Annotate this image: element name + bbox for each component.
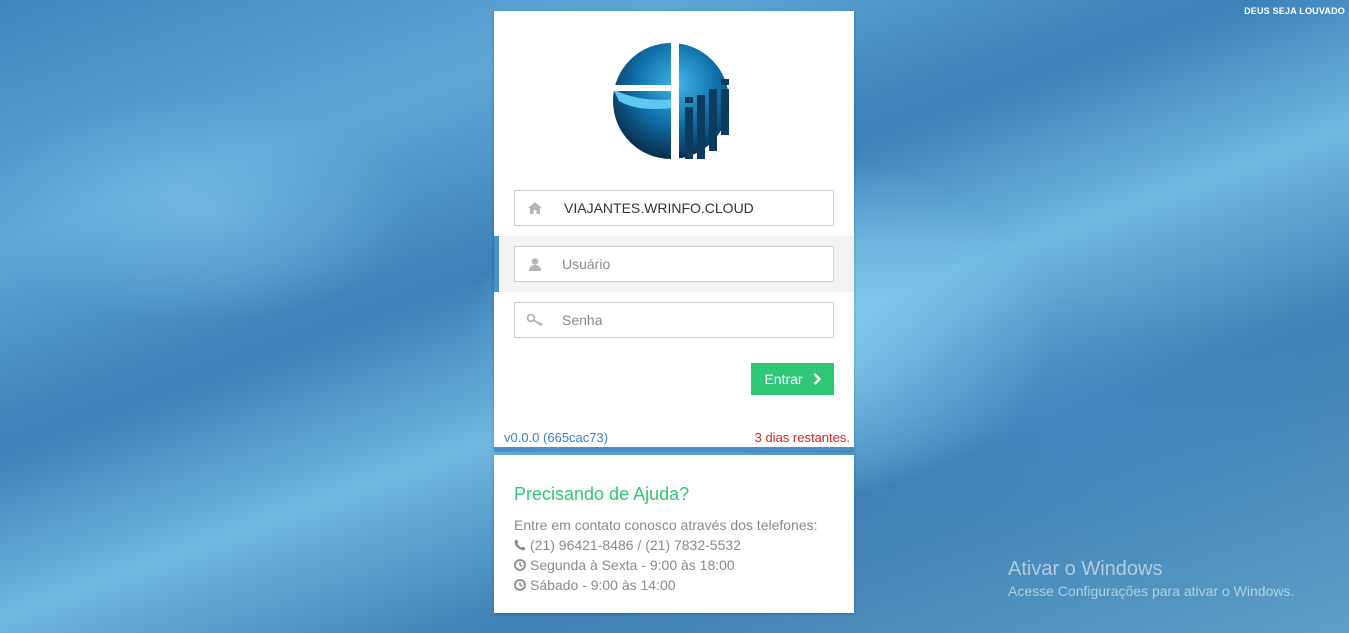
help-weekdays-line: Segunda à Sexta - 9:00 às 18:00 xyxy=(514,555,818,575)
help-saturday-line: Sábado - 9:00 às 14:00 xyxy=(514,575,818,595)
domain-row: VIAJANTES.WRINFO.CLOUD xyxy=(494,180,854,236)
login-card: VIAJANTES.WRINFO.CLOUD Entrar v0.0.0 (66… xyxy=(494,11,854,451)
help-card: Precisando de Ajuda? Entre em contato co… xyxy=(494,455,854,613)
password-field xyxy=(514,302,834,338)
version-label: v0.0.0 (665cac73) xyxy=(504,430,609,445)
domain-field: VIAJANTES.WRINFO.CLOUD xyxy=(514,190,834,226)
watermark-title: Ativar o Windows xyxy=(1008,558,1163,580)
username-field xyxy=(514,246,834,282)
home-icon xyxy=(515,191,555,225)
password-row xyxy=(494,292,854,348)
help-hours-saturday: Sábado - 9:00 às 14:00 xyxy=(530,577,676,593)
username-row xyxy=(494,236,854,292)
phone-icon xyxy=(514,539,526,551)
domain-value: VIAJANTES.WRINFO.CLOUD xyxy=(564,200,754,216)
help-title: Precisando de Ajuda? xyxy=(514,484,690,504)
user-icon xyxy=(515,247,555,281)
company-logo xyxy=(609,41,739,161)
help-phones-line: (21) 96421-8486 / (21) 7832-5532 xyxy=(514,535,818,555)
chevron-right-icon xyxy=(813,373,821,385)
password-input[interactable] xyxy=(555,304,825,336)
login-button[interactable]: Entrar xyxy=(751,363,834,395)
help-text: Entre em contato conosco através dos tel… xyxy=(514,515,818,595)
help-intro: Entre em contato conosco através dos tel… xyxy=(514,517,818,533)
clock-icon xyxy=(514,559,526,571)
clock-icon xyxy=(514,579,526,591)
watermark-subtitle: Acesse Configurações para ativar o Windo… xyxy=(1008,583,1295,599)
top-banner-text: DEUS SEJA LOUVADO xyxy=(1244,6,1345,16)
windows-activation-watermark: Ativar o Windows Acesse Configurações pa… xyxy=(1008,558,1294,599)
help-phones: (21) 96421-8486 / (21) 7832-5532 xyxy=(530,537,741,553)
help-hours-weekdays: Segunda à Sexta - 9:00 às 18:00 xyxy=(530,557,735,573)
username-input[interactable] xyxy=(555,248,825,280)
key-icon xyxy=(515,303,555,337)
login-button-label: Entrar xyxy=(764,371,803,387)
trial-days-left: 3 dias restantes. xyxy=(754,430,850,445)
